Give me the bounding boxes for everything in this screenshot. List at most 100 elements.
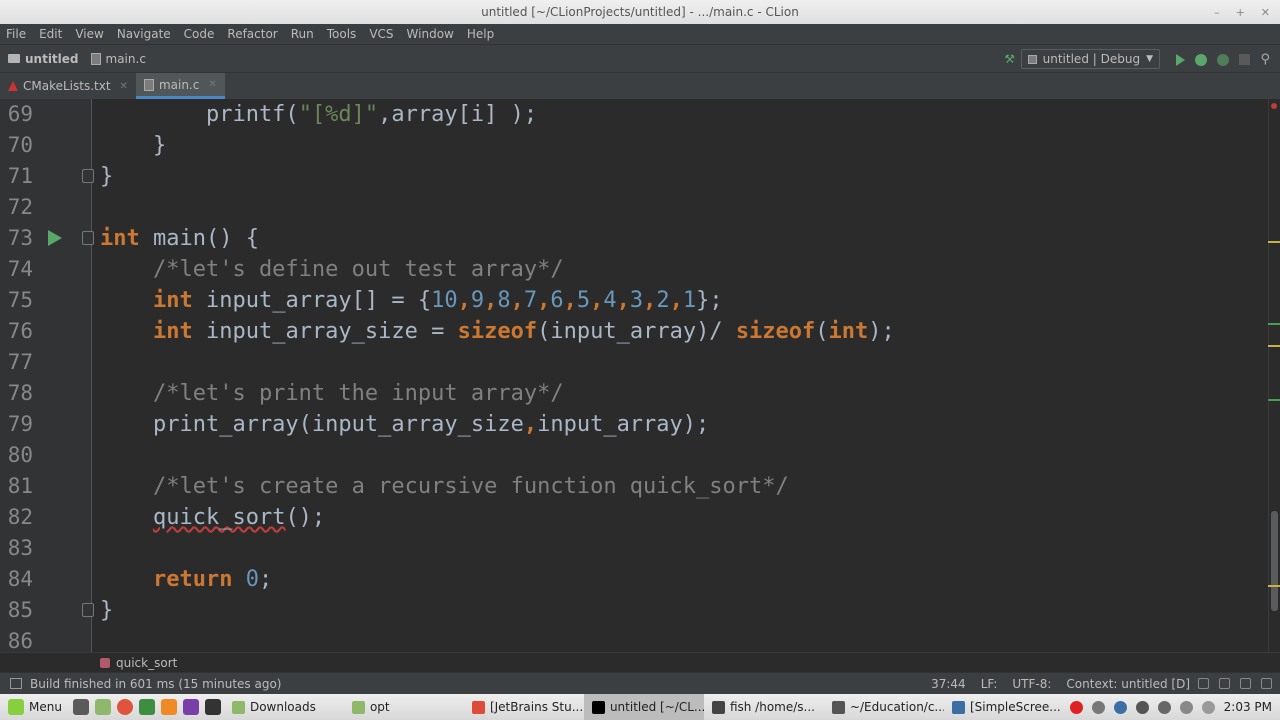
fold-marker-icon[interactable] — [82, 169, 94, 183]
code-text[interactable]: print_array(input_array_size,input_array… — [100, 409, 709, 440]
warning-marker[interactable] — [1268, 241, 1280, 243]
caret-position[interactable]: 37:44 — [931, 673, 966, 695]
code-line[interactable]: 73 int main() { — [0, 223, 1268, 254]
line-number[interactable]: 80 — [0, 440, 33, 471]
tab-main-c[interactable]: main.c ✕ — [135, 73, 225, 99]
taskbar-window[interactable]: fish /home/s... — [704, 694, 824, 720]
user-icon[interactable] — [1157, 700, 1171, 714]
close-icon[interactable]: ✕ — [120, 81, 128, 92]
nav-file[interactable]: main.c — [90, 52, 146, 66]
menu-file[interactable]: File — [6, 27, 26, 41]
code-text[interactable]: } — [100, 130, 166, 161]
code-line[interactable]: 80 — [0, 440, 1268, 471]
code-line[interactable]: 85} — [0, 595, 1268, 626]
code-line[interactable]: 86 — [0, 626, 1268, 652]
line-number[interactable]: 70 — [0, 130, 33, 161]
line-number[interactable]: 76 — [0, 316, 33, 347]
line-number[interactable]: 84 — [0, 564, 33, 595]
close-icon[interactable]: ✕ — [1261, 0, 1270, 25]
search-icon[interactable]: ⚲ — [1260, 52, 1270, 67]
line-number[interactable]: 69 — [0, 99, 33, 130]
line-number[interactable]: 77 — [0, 347, 33, 378]
menu-help[interactable]: Help — [467, 27, 494, 41]
minimize-icon[interactable]: – — [1214, 0, 1220, 25]
menu-code[interactable]: Code — [184, 27, 215, 41]
code-text[interactable]: int input_array_size = sizeof(input_arra… — [100, 316, 895, 347]
line-number[interactable]: 79 — [0, 409, 33, 440]
code-text[interactable]: /*let's create a recursive function quic… — [100, 471, 789, 502]
menu-window[interactable]: Window — [407, 27, 454, 41]
tool-window-icon[interactable] — [10, 678, 22, 689]
hammer-icon[interactable]: ⚒ — [1004, 52, 1015, 66]
code-text[interactable]: } — [100, 161, 113, 192]
start-menu-button[interactable]: Menu — [0, 694, 70, 720]
code-line[interactable]: 81 /*let's create a recursive function q… — [0, 471, 1268, 502]
code-text[interactable]: int main() { — [100, 223, 259, 254]
code-line[interactable]: 78 /*let's print the input array*/ — [0, 378, 1268, 409]
scrollbar-thumb[interactable] — [1271, 511, 1278, 611]
line-number[interactable]: 72 — [0, 192, 33, 223]
shield-icon[interactable] — [1091, 700, 1105, 714]
line-number[interactable]: 74 — [0, 254, 33, 285]
menu-tools[interactable]: Tools — [327, 27, 357, 41]
record-icon[interactable] — [1069, 700, 1083, 714]
run-icon[interactable] — [1176, 53, 1186, 66]
taskbar-window[interactable]: [SimpleScree... — [944, 694, 1064, 720]
line-number[interactable]: 85 — [0, 595, 33, 626]
menu-run[interactable]: Run — [291, 27, 314, 41]
code-line[interactable]: 71} — [0, 161, 1268, 192]
run-configuration-select[interactable]: untitled | Debug ▼ — [1020, 49, 1160, 69]
code-editor[interactable]: 69 printf("[%d]",array[i] ); 70 } 71} 72 73 i… — [0, 99, 1280, 652]
network-icon[interactable] — [1135, 700, 1149, 714]
taskbar-window[interactable]: opt — [344, 694, 464, 720]
code-line[interactable]: 79 print_array(input_array_size,input_ar… — [0, 409, 1268, 440]
resolve-context[interactable]: Context: untitled [D] — [1066, 673, 1190, 695]
change-marker[interactable] — [1268, 323, 1280, 325]
code-text[interactable]: int input_array[] = {10,9,8,7,6,5,4,3,2,… — [100, 285, 723, 316]
line-separator[interactable]: LF: — [981, 673, 998, 695]
line-number[interactable]: 83 — [0, 533, 33, 564]
line-number[interactable]: 82 — [0, 502, 33, 533]
menu-view[interactable]: View — [75, 27, 103, 41]
line-number[interactable]: 71 — [0, 161, 33, 192]
code-line[interactable]: 75 int input_array[] = {10,9,8,7,6,5,4,3… — [0, 285, 1268, 316]
files-icon[interactable] — [94, 699, 111, 715]
file-encoding[interactable]: UTF-8: — [1012, 673, 1051, 695]
terminal-icon[interactable] — [204, 699, 221, 715]
menu-refactor[interactable]: Refactor — [227, 27, 277, 41]
volume-icon[interactable] — [1201, 700, 1215, 714]
chrome-icon[interactable] — [116, 699, 133, 715]
nav-project[interactable]: untitled — [8, 52, 79, 66]
function-breadcrumb[interactable]: quick_sort — [0, 652, 1280, 672]
code-line[interactable]: 72 — [0, 192, 1268, 223]
code-line[interactable]: 69 printf("[%d]",array[i] ); — [0, 99, 1268, 130]
line-number[interactable]: 78 — [0, 378, 33, 409]
code-line[interactable]: 84 return 0; — [0, 564, 1268, 595]
code-line[interactable]: 76 int input_array_size = sizeof(input_a… — [0, 316, 1268, 347]
code-text[interactable]: quick_sort(); — [100, 502, 325, 533]
code-line[interactable]: 83 — [0, 533, 1268, 564]
fold-marker-icon[interactable] — [82, 231, 94, 245]
taskbar-window[interactable]: ~/Education/c... — [824, 694, 944, 720]
code-text[interactable]: printf("[%d]",array[i] ); — [100, 99, 537, 130]
show-desktop-icon[interactable] — [72, 699, 89, 715]
warning-marker[interactable] — [1268, 345, 1280, 347]
app-icon[interactable] — [138, 699, 155, 715]
tab-cmakelists[interactable]: CMakeLists.txt ✕ — [0, 73, 136, 99]
code-line[interactable]: 74 /*let's define out test array*/ — [0, 254, 1268, 285]
menu-vcs[interactable]: VCS — [369, 27, 393, 41]
code-text[interactable]: } — [100, 595, 113, 626]
line-number[interactable]: 81 — [0, 471, 33, 502]
clock[interactable]: 2:03 PM — [1224, 700, 1272, 714]
line-number[interactable]: 86 — [0, 626, 33, 652]
maximize-icon[interactable]: + — [1236, 0, 1245, 25]
fold-marker-icon[interactable] — [82, 603, 94, 617]
bluetooth-icon[interactable] — [1113, 700, 1127, 714]
menu-edit[interactable]: Edit — [39, 27, 62, 41]
ide-icon[interactable] — [182, 699, 199, 715]
git-icon[interactable] — [1219, 678, 1230, 689]
menu-navigate[interactable]: Navigate — [117, 27, 171, 41]
change-marker[interactable] — [1268, 399, 1280, 401]
code-line[interactable]: 82 quick_sort(); — [0, 502, 1268, 533]
warning-marker[interactable] — [1268, 585, 1280, 587]
